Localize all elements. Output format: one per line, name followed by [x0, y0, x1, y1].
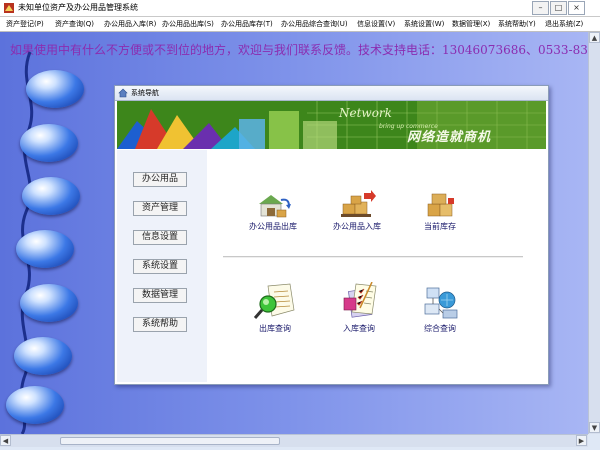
tile-supplies-in[interactable]: 办公用品入库	[317, 190, 397, 232]
menu-exit[interactable]: 退出系统(Z)	[545, 17, 583, 31]
tile-label-current-stock: 当前库存	[424, 222, 456, 231]
menu-supplies-query[interactable]: 办公用品综合查询(U)	[281, 17, 348, 31]
menu-system-settings[interactable]: 系统设置(W)	[404, 17, 444, 31]
scroll-up-icon[interactable]: ▲	[589, 32, 600, 43]
window-title: 未知单位资产及办公用品管理系统	[18, 3, 138, 12]
minimize-button[interactable]: –	[532, 1, 549, 15]
side-button-info-settings[interactable]: 信息设置	[133, 230, 187, 245]
menu-system-help[interactable]: 系统帮助(Y)	[498, 17, 536, 31]
checklist-icon	[343, 282, 377, 318]
warehouse-out-icon	[259, 195, 291, 218]
title-bar: 未知单位资产及办公用品管理系统 – □ ×	[0, 0, 600, 17]
maximize-button[interactable]: □	[550, 1, 567, 15]
decor-orb	[14, 337, 72, 375]
nav-banner: Network bring up commerce 网络造就商机	[117, 101, 546, 149]
decor-orb	[6, 386, 64, 424]
tile-label-supplies-out: 办公用品出库	[249, 222, 297, 231]
scroll-right-icon[interactable]: ▶	[576, 435, 587, 446]
tile-current-stock[interactable]: 当前库存	[400, 190, 480, 232]
navigation-window: 系统导航 Network bring up commerce 网络造就商机 办公…	[114, 85, 549, 385]
tile-label-general-query: 综合查询	[424, 324, 456, 333]
banner-slogan: 网络造就商机	[407, 130, 492, 145]
tiles-divider	[223, 256, 523, 258]
tile-label-supplies-in: 办公用品入库	[333, 222, 381, 231]
menu-asset-register[interactable]: 资产登记(P)	[6, 17, 44, 31]
scroll-down-icon[interactable]: ▼	[589, 422, 600, 433]
side-button-system-help[interactable]: 系统帮助	[133, 317, 187, 332]
nav-title-bar: 系统导航	[115, 86, 548, 101]
decor-orb	[16, 230, 74, 268]
tile-label-out-query: 出库查询	[259, 324, 291, 333]
scroll-thumb[interactable]	[60, 437, 280, 445]
side-button-data-management[interactable]: 数据管理	[133, 288, 187, 303]
nav-title: 系统导航	[131, 89, 159, 97]
menu-supplies-in[interactable]: 办公用品入库(R)	[104, 17, 156, 31]
tile-supplies-out[interactable]: 办公用品出库	[233, 190, 313, 232]
side-button-asset-management[interactable]: 资产管理	[133, 201, 187, 216]
nav-side-panel: 办公用品 资产管理 信息设置 系统设置 数据管理 系统帮助	[117, 150, 207, 382]
boxes-in-icon	[341, 190, 376, 217]
menu-data-management[interactable]: 数据管理(X)	[452, 17, 490, 31]
menu-info-settings[interactable]: 信息设置(V)	[357, 17, 395, 31]
vertical-scrollbar[interactable]: ▲ ▼	[588, 32, 600, 434]
home-icon	[118, 88, 128, 98]
stock-boxes-icon	[427, 193, 454, 217]
decor-orb	[20, 124, 78, 162]
side-button-system-settings[interactable]: 系统设置	[133, 259, 187, 274]
menu-supplies-out[interactable]: 办公用品出库(S)	[162, 17, 214, 31]
banner-network-text: Network	[339, 106, 392, 120]
tile-out-query[interactable]: 出库查询	[235, 282, 315, 334]
tile-label-in-query: 入库查询	[343, 324, 375, 333]
menu-asset-query[interactable]: 资产查询(Q)	[55, 17, 94, 31]
decor-orb	[22, 177, 80, 215]
side-button-office-supplies[interactable]: 办公用品	[133, 172, 187, 187]
app-icon	[4, 3, 14, 13]
tile-in-query[interactable]: 入库查询	[319, 282, 399, 334]
tile-general-query[interactable]: 综合查询	[400, 282, 480, 334]
magnifier-document-icon	[253, 283, 295, 319]
menu-bar: 资产登记(P) 资产查询(Q) 办公用品入库(R) 办公用品出库(S) 办公用品…	[0, 17, 600, 32]
network-query-icon	[424, 287, 458, 319]
nav-content: 办公用品出库 办公用品入库 当前库存 出库查询 入库查询 综合查询	[207, 150, 546, 382]
close-button[interactable]: ×	[568, 1, 585, 15]
horizontal-scrollbar[interactable]: ◀ ▶	[0, 434, 588, 447]
decor-orb	[26, 70, 84, 108]
menu-supplies-stock[interactable]: 办公用品库存(T)	[221, 17, 273, 31]
scroll-left-icon[interactable]: ◀	[0, 435, 11, 446]
decor-orb	[20, 284, 78, 322]
app-window: 未知单位资产及办公用品管理系统 – □ × 资产登记(P) 资产查询(Q) 办公…	[0, 0, 600, 450]
